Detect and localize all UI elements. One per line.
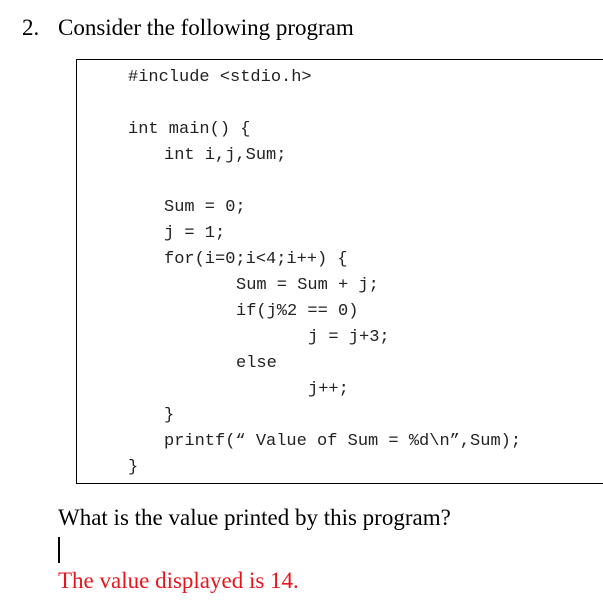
code-line-include: #include <stdio.h> bbox=[128, 68, 312, 87]
code-line-printf: printf(“ Value of Sum = %d\n”,Sum); bbox=[164, 432, 522, 451]
code-line-j-increment: j++; bbox=[308, 380, 349, 399]
question-prompt: What is the value printed by this progra… bbox=[58, 505, 451, 530]
code-line-sum-add: Sum = Sum + j; bbox=[236, 276, 379, 295]
answer-text: The value displayed is 14. bbox=[58, 568, 299, 593]
code-line-else: else bbox=[236, 354, 277, 373]
code-line-sum-init: Sum = 0; bbox=[164, 198, 246, 217]
text-cursor[interactable] bbox=[58, 537, 60, 563]
code-line-if: if(j%2 == 0) bbox=[236, 302, 359, 321]
code-line-j-plus-3: j = j+3; bbox=[308, 328, 390, 347]
question-heading: 2. Consider the following program bbox=[22, 14, 354, 42]
code-line-for-close: } bbox=[164, 406, 175, 425]
question-number: 2. bbox=[22, 15, 40, 40]
code-line-j-init: j = 1; bbox=[164, 224, 226, 243]
question-text: Consider the following program bbox=[58, 15, 354, 40]
code-line-main: int main() { bbox=[128, 120, 251, 139]
code-line-declaration: int i,j,Sum; bbox=[164, 146, 287, 165]
code-line-for: for(i=0;i<4;i++) { bbox=[164, 250, 348, 269]
code-line-main-close: } bbox=[128, 458, 139, 477]
